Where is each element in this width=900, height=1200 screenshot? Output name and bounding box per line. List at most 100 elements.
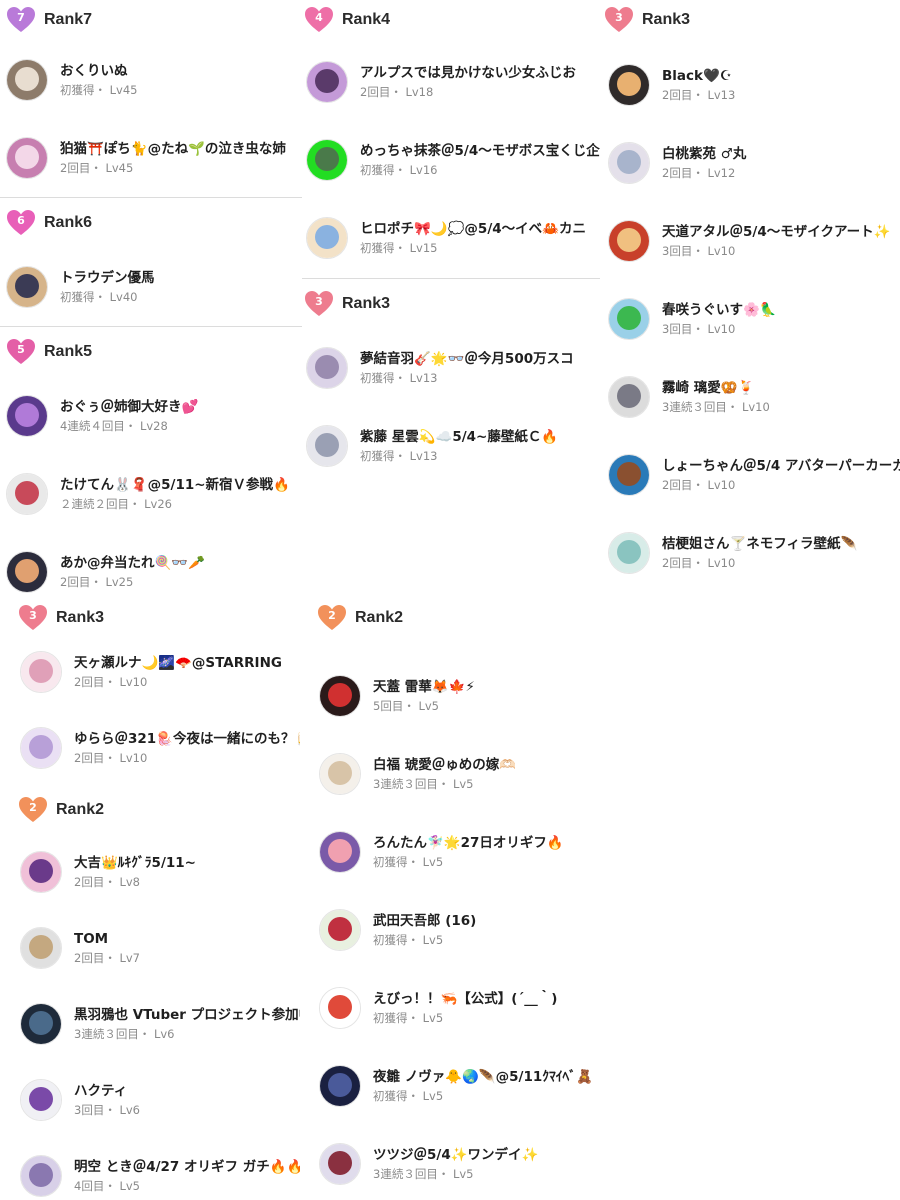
avatar[interactable] — [608, 220, 650, 262]
panel-5: 2 Rank2 天蓋 雷華🦊🍁⚡ 5回目・ Lv5 白福 琥愛＠ゅめの嫁🫶🏻 3連続… — [300, 598, 600, 1200]
user-name: めっちゃ抹茶＠5/4～モザボス宝くじ企 — [360, 142, 600, 159]
avatar[interactable] — [306, 139, 348, 181]
user-meta: 2回目・ Lv10 — [74, 750, 148, 765]
user-meta: 2回目・ Lv10 — [74, 674, 148, 689]
list-item[interactable]: 明空 とき＠4/27 オリギフ ガチ🔥🔥 4回目・ Lv5 — [20, 1146, 300, 1200]
avatar[interactable] — [319, 753, 361, 795]
list-item[interactable]: 天蓋 雷華🦊🍁⚡ 5回目・ Lv5 — [319, 666, 600, 726]
user-name: 春咲うぐいす🌸🦜 — [662, 301, 777, 318]
user-name: おくりいぬ — [60, 62, 128, 79]
rank-title: Rank2 — [355, 609, 404, 626]
heart-rank-icon: 3 — [604, 6, 634, 34]
list-item[interactable]: 天道アタル＠5/4～モザイクアート✨ 3回目・ Lv10 — [608, 211, 900, 271]
avatar[interactable] — [608, 64, 650, 106]
list-item[interactable]: ヒロポチ🎀🌙💭@5/4～イベ🦀カニ 初獲得・ Lv15 — [306, 208, 600, 268]
rank-header-5: 5 Rank5 — [6, 334, 92, 370]
divider — [302, 278, 600, 279]
user-meta: 4回目・ Lv5 — [74, 1178, 141, 1193]
avatar[interactable] — [608, 142, 650, 184]
list-item[interactable]: めっちゃ抹茶＠5/4～モザボス宝くじ企 初獲得・ Lv16 — [306, 130, 600, 190]
list-item[interactable]: あか@弁当たれ🍭👓🥕 2回目・ Lv25 — [6, 542, 205, 595]
avatar[interactable] — [6, 473, 48, 515]
list-item[interactable]: 白桃紫苑 ♂丸 2回目・ Lv12 — [608, 133, 900, 193]
avatar[interactable] — [306, 347, 348, 389]
avatar[interactable] — [6, 551, 48, 593]
avatar[interactable] — [319, 1143, 361, 1185]
list-item[interactable]: 桔梗姐さん🍸ネモフィラ壁紙🪶 2回目・ Lv10 — [608, 523, 900, 583]
list-item[interactable]: えびっ！！🦐【公式】(´__｀) 初獲得・ Lv5 — [319, 978, 600, 1038]
avatar[interactable] — [608, 376, 650, 418]
avatar[interactable] — [20, 1155, 62, 1197]
rank-header-7: 7 Rank7 — [6, 2, 92, 38]
avatar[interactable] — [20, 651, 62, 693]
avatar[interactable] — [6, 137, 48, 179]
user-name: あか@弁当たれ🍭👓🥕 — [60, 554, 205, 571]
user-name: 黒羽鴉也 VTuber プロジェクト参加中 — [74, 1006, 300, 1023]
list-item[interactable]: ツツジ＠5/4✨ワンデイ✨ 3連続３回目・ Lv5 — [319, 1134, 600, 1194]
list-item[interactable]: おぐぅ＠姉御大好き💕 4連続４回目・ Lv28 — [6, 386, 198, 446]
user-meta: 3回目・ Lv10 — [662, 243, 736, 258]
avatar[interactable] — [6, 59, 48, 101]
avatar[interactable] — [608, 532, 650, 574]
user-name: 天道アタル＠5/4～モザイクアート✨ — [662, 223, 891, 240]
list-item[interactable]: 大吉👑ﾙｷｸﾞﾗ5/11~ 2回目・ Lv8 — [20, 842, 300, 902]
list-item[interactable]: TOM 2回目・ Lv7 — [20, 918, 300, 978]
avatar[interactable] — [306, 425, 348, 467]
avatar[interactable] — [306, 61, 348, 103]
avatar[interactable] — [20, 851, 62, 893]
list-item[interactable]: 白福 琥愛＠ゅめの嫁🫶🏻 3連続３回目・ Lv5 — [319, 744, 600, 804]
avatar[interactable] — [319, 909, 361, 951]
avatar[interactable] — [319, 987, 361, 1029]
user-meta: 2回目・ Lv10 — [662, 555, 736, 570]
list-item[interactable]: たけてん🐰🧣@5/11~新宿Ｖ参戦🔥 ２連続２回目・ Lv26 — [6, 464, 300, 524]
list-item[interactable]: 紫藤 星雲💫☁️5/4~藤壁紙Ｃ🔥 初獲得・ Lv13 — [306, 416, 600, 476]
avatar[interactable] — [608, 454, 650, 496]
heart-rank-icon: 2 — [18, 796, 48, 824]
list-item[interactable]: ろんたん🧚🏻‍♀️🌟27日オリギフ🔥 初獲得・ Lv5 — [319, 822, 600, 882]
avatar[interactable] — [319, 675, 361, 717]
list-item[interactable]: おくりいぬ 初獲得・ Lv45 — [6, 50, 138, 110]
user-name: TOM — [74, 930, 109, 947]
avatar[interactable] — [608, 298, 650, 340]
list-item[interactable]: ハクティ 3回目・ Lv6 — [20, 1070, 300, 1130]
list-item[interactable]: 武田天吾郎 (16) 初獲得・ Lv5 — [319, 900, 600, 960]
divider — [0, 197, 302, 198]
avatar[interactable] — [6, 266, 48, 308]
user-meta: 3回目・ Lv6 — [74, 1102, 141, 1117]
rank-title: Rank3 — [642, 11, 691, 28]
list-item[interactable]: 天ヶ瀬ルナ🌙🌌🪭@STARRING 2回目・ Lv10 — [20, 642, 300, 702]
list-item[interactable]: 夜雛 ノヴァ🐥🌏🪶@5/11ｸﾏｲﾍﾞ🧸 初獲得・ Lv5 — [319, 1056, 600, 1116]
avatar[interactable] — [319, 831, 361, 873]
user-name: たけてん🐰🧣@5/11~新宿Ｖ参戦🔥 — [60, 476, 290, 493]
rank-header-2: 2 Rank2 — [18, 792, 104, 828]
avatar[interactable] — [20, 1003, 62, 1045]
avatar[interactable] — [20, 1079, 62, 1121]
panel-3: 3 Rank3 Black🖤☪ 2回目・ Lv13 白桃紫苑 ♂丸 2回目・ Lv1… — [600, 0, 900, 595]
rank-title: Rank3 — [342, 295, 391, 312]
avatar[interactable] — [20, 927, 62, 969]
heart-rank-icon: 3 — [18, 604, 48, 632]
avatar[interactable] — [20, 727, 62, 769]
heart-rank-icon: 6 — [6, 209, 36, 237]
avatar[interactable] — [306, 217, 348, 259]
user-meta: 3連続３回目・ Lv5 — [373, 776, 474, 791]
list-item[interactable]: しょーちゃん＠5/4 アバターパーカーガ 2回目・ Lv10 — [608, 445, 900, 505]
list-item[interactable]: アルプスでは見かけない少女ふじお 2回目・ Lv18 — [306, 52, 600, 112]
rank-title: Rank6 — [44, 214, 93, 231]
user-name: ハクティ — [74, 1082, 128, 1099]
list-item[interactable]: トラウデン優馬 初獲得・ Lv40 — [6, 257, 155, 317]
list-item[interactable]: 夢結音羽🎸🌟👓＠今月500万スコ 初獲得・ Lv13 — [306, 338, 600, 398]
list-item[interactable]: ゆらら＠321🪼今夜は一緒にのも？🍺 2回目・ Lv10 — [20, 718, 300, 778]
list-item[interactable]: 霧崎 璃愛🥨🍹 3連続３回目・ Lv10 — [608, 367, 900, 427]
user-name: 明空 とき＠4/27 オリギフ ガチ🔥🔥 — [74, 1158, 300, 1175]
list-item[interactable]: Black🖤☪ 2回目・ Lv13 — [608, 55, 900, 115]
avatar[interactable] — [319, 1065, 361, 1107]
list-item[interactable]: 黒羽鴉也 VTuber プロジェクト参加中 3連続３回目・ Lv6 — [20, 994, 300, 1054]
list-item[interactable]: 春咲うぐいす🌸🦜 3回目・ Lv10 — [608, 289, 900, 349]
panel-2: 4 Rank4 アルプスでは見かけない少女ふじお 2回目・ Lv18 めっちゃ抹茶… — [302, 0, 600, 595]
avatar[interactable] — [6, 395, 48, 437]
rank-header-3: 3 Rank3 — [304, 286, 390, 322]
list-item[interactable]: 狛猫⛩️ぽち🐈@たね🌱の泣き虫な姉 2回目・ Lv45 — [6, 128, 300, 188]
user-name: ヒロポチ🎀🌙💭@5/4～イベ🦀カニ — [360, 220, 586, 237]
panel-1: 7 Rank7 おくりいぬ 初獲得・ Lv45 狛猫⛩️ぽち🐈@たね🌱の泣き虫な姉… — [0, 0, 302, 595]
